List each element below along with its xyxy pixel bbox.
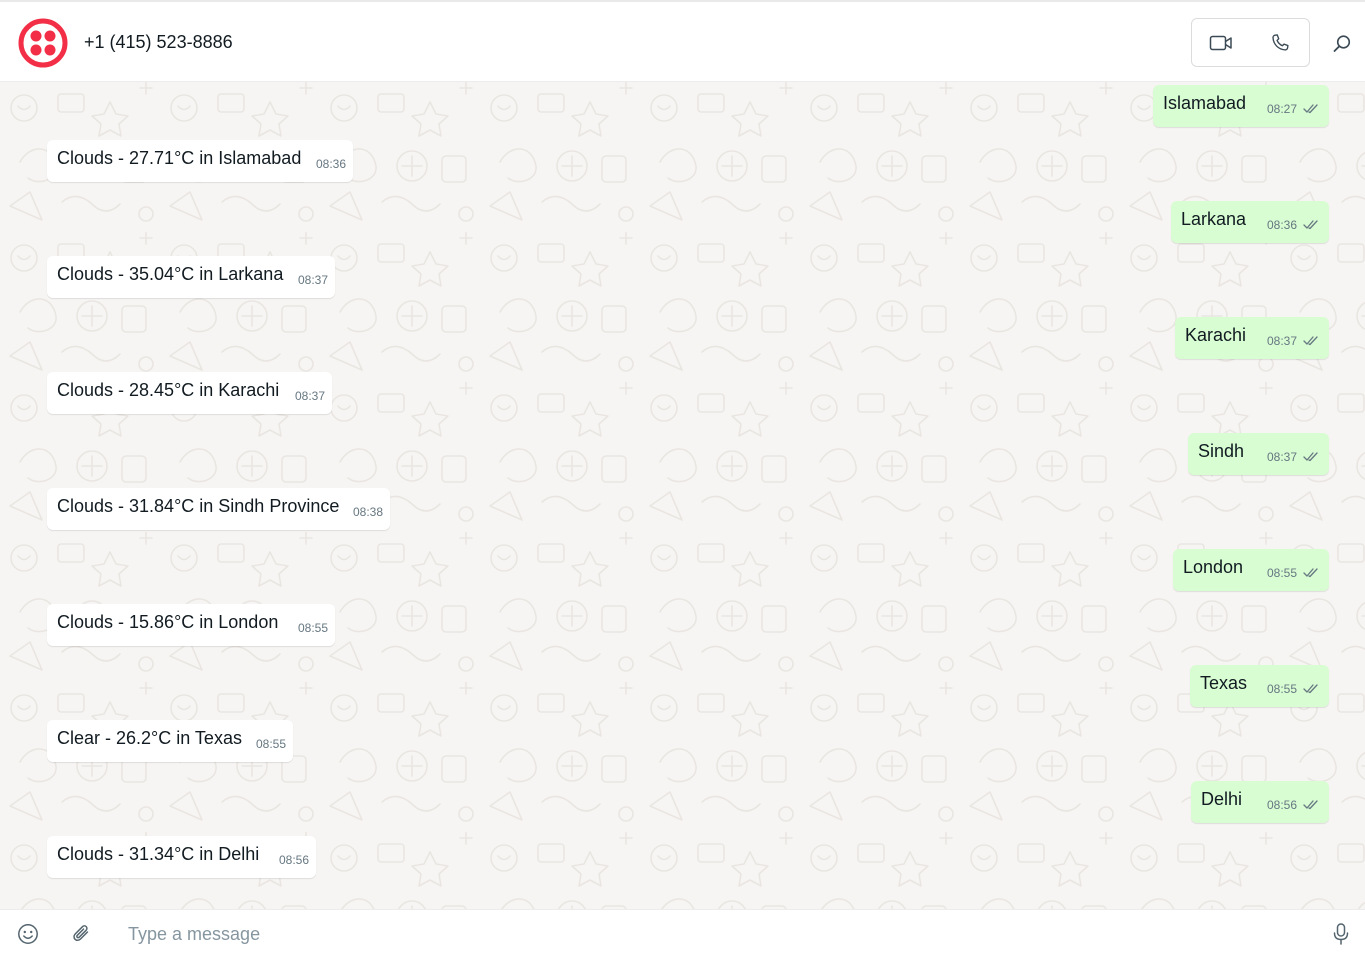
message-input[interactable] [118, 918, 1298, 950]
voice-message-button[interactable] [1328, 921, 1354, 947]
outgoing-message[interactable]: Islamabad 08:27 [1153, 85, 1329, 127]
double-check-icon [1303, 800, 1318, 810]
incoming-message[interactable]: Clouds - 27.71°C in Islamabad 08:36 [47, 140, 353, 182]
search-button[interactable] [1328, 30, 1356, 58]
incoming-message[interactable]: Clouds - 35.04°C in Larkana 08:37 [47, 256, 335, 298]
message-time: 08:55 [1266, 566, 1297, 580]
chat-panel[interactable]: Islamabad 08:27 Clouds - 27.71°C in Isla… [0, 82, 1365, 909]
message-time: 08:38 [352, 505, 383, 519]
incoming-message[interactable]: Clouds - 31.34°C in Delhi 08:56 [47, 836, 316, 878]
twilio-logo-icon[interactable] [18, 18, 68, 68]
message-text: Clear - 26.2°C in Texas [57, 728, 242, 748]
message-text: Clouds - 31.84°C in Sindh Province [57, 496, 340, 516]
message-text: Delhi [1201, 789, 1243, 809]
outgoing-message[interactable]: Delhi 08:56 [1191, 781, 1329, 823]
message-text: Clouds - 27.71°C in Islamabad [57, 148, 302, 168]
chat-header: +1 (415) 523-8886 [0, 0, 1365, 82]
outgoing-message[interactable]: Sindh 08:37 [1188, 433, 1329, 475]
message-text: Texas [1200, 673, 1248, 693]
message-time: 08:37 [297, 273, 328, 287]
message-text: Larkana [1181, 209, 1247, 229]
message-time: 08:27 [1266, 102, 1297, 116]
outgoing-message[interactable]: Larkana 08:36 [1171, 201, 1329, 243]
message-text: London [1183, 557, 1244, 577]
message-time: 08:37 [294, 389, 325, 403]
phone-icon [1272, 33, 1289, 51]
message-text: Clouds - 15.86°C in London [57, 612, 279, 632]
message-time: 08:37 [1266, 450, 1297, 464]
double-check-icon [1303, 220, 1318, 230]
incoming-message[interactable]: Clouds - 15.86°C in London 08:55 [47, 604, 335, 646]
message-time: 08:36 [315, 157, 346, 171]
message-time: 08:56 [278, 853, 309, 867]
incoming-message[interactable]: Clouds - 31.84°C in Sindh Province 08:38 [47, 488, 390, 530]
contact-name[interactable]: +1 (415) 523-8886 [84, 32, 233, 53]
message-time: 08:55 [297, 621, 328, 635]
paperclip-icon [73, 925, 89, 942]
video-camera-icon [1210, 35, 1232, 50]
message-time: 08:37 [1266, 334, 1297, 348]
message-time: 08:55 [1266, 682, 1297, 696]
incoming-message[interactable]: Clouds - 28.45°C in Karachi 08:37 [47, 372, 332, 414]
emoji-icon [18, 924, 38, 944]
message-text: Karachi [1185, 325, 1247, 345]
message-text: Clouds - 35.04°C in Larkana [57, 264, 284, 284]
emoji-button[interactable] [15, 921, 41, 947]
message-text: Sindh [1198, 441, 1245, 461]
call-button-group [1191, 18, 1310, 67]
message-composer [0, 909, 1365, 957]
incoming-message[interactable]: Clear - 26.2°C in Texas 08:55 [47, 720, 293, 762]
message-time: 08:36 [1266, 218, 1297, 232]
voice-call-button[interactable] [1251, 19, 1310, 66]
attach-button[interactable] [69, 921, 95, 947]
double-check-icon [1303, 452, 1318, 462]
message-text: Clouds - 28.45°C in Karachi [57, 380, 280, 400]
message-text: Clouds - 31.34°C in Delhi [57, 844, 260, 864]
outgoing-message[interactable]: Karachi 08:37 [1175, 317, 1329, 359]
message-text: Islamabad [1163, 93, 1247, 113]
double-check-icon [1303, 336, 1318, 346]
double-check-icon [1303, 568, 1318, 578]
outgoing-message[interactable]: London 08:55 [1173, 549, 1329, 591]
message-time: 08:55 [255, 737, 286, 751]
outgoing-message[interactable]: Texas 08:55 [1190, 665, 1329, 707]
double-check-icon [1303, 104, 1318, 114]
double-check-icon [1303, 684, 1318, 694]
microphone-icon [1333, 923, 1349, 945]
video-call-button[interactable] [1192, 19, 1251, 66]
message-time: 08:56 [1266, 798, 1297, 812]
search-icon [1333, 35, 1351, 52]
